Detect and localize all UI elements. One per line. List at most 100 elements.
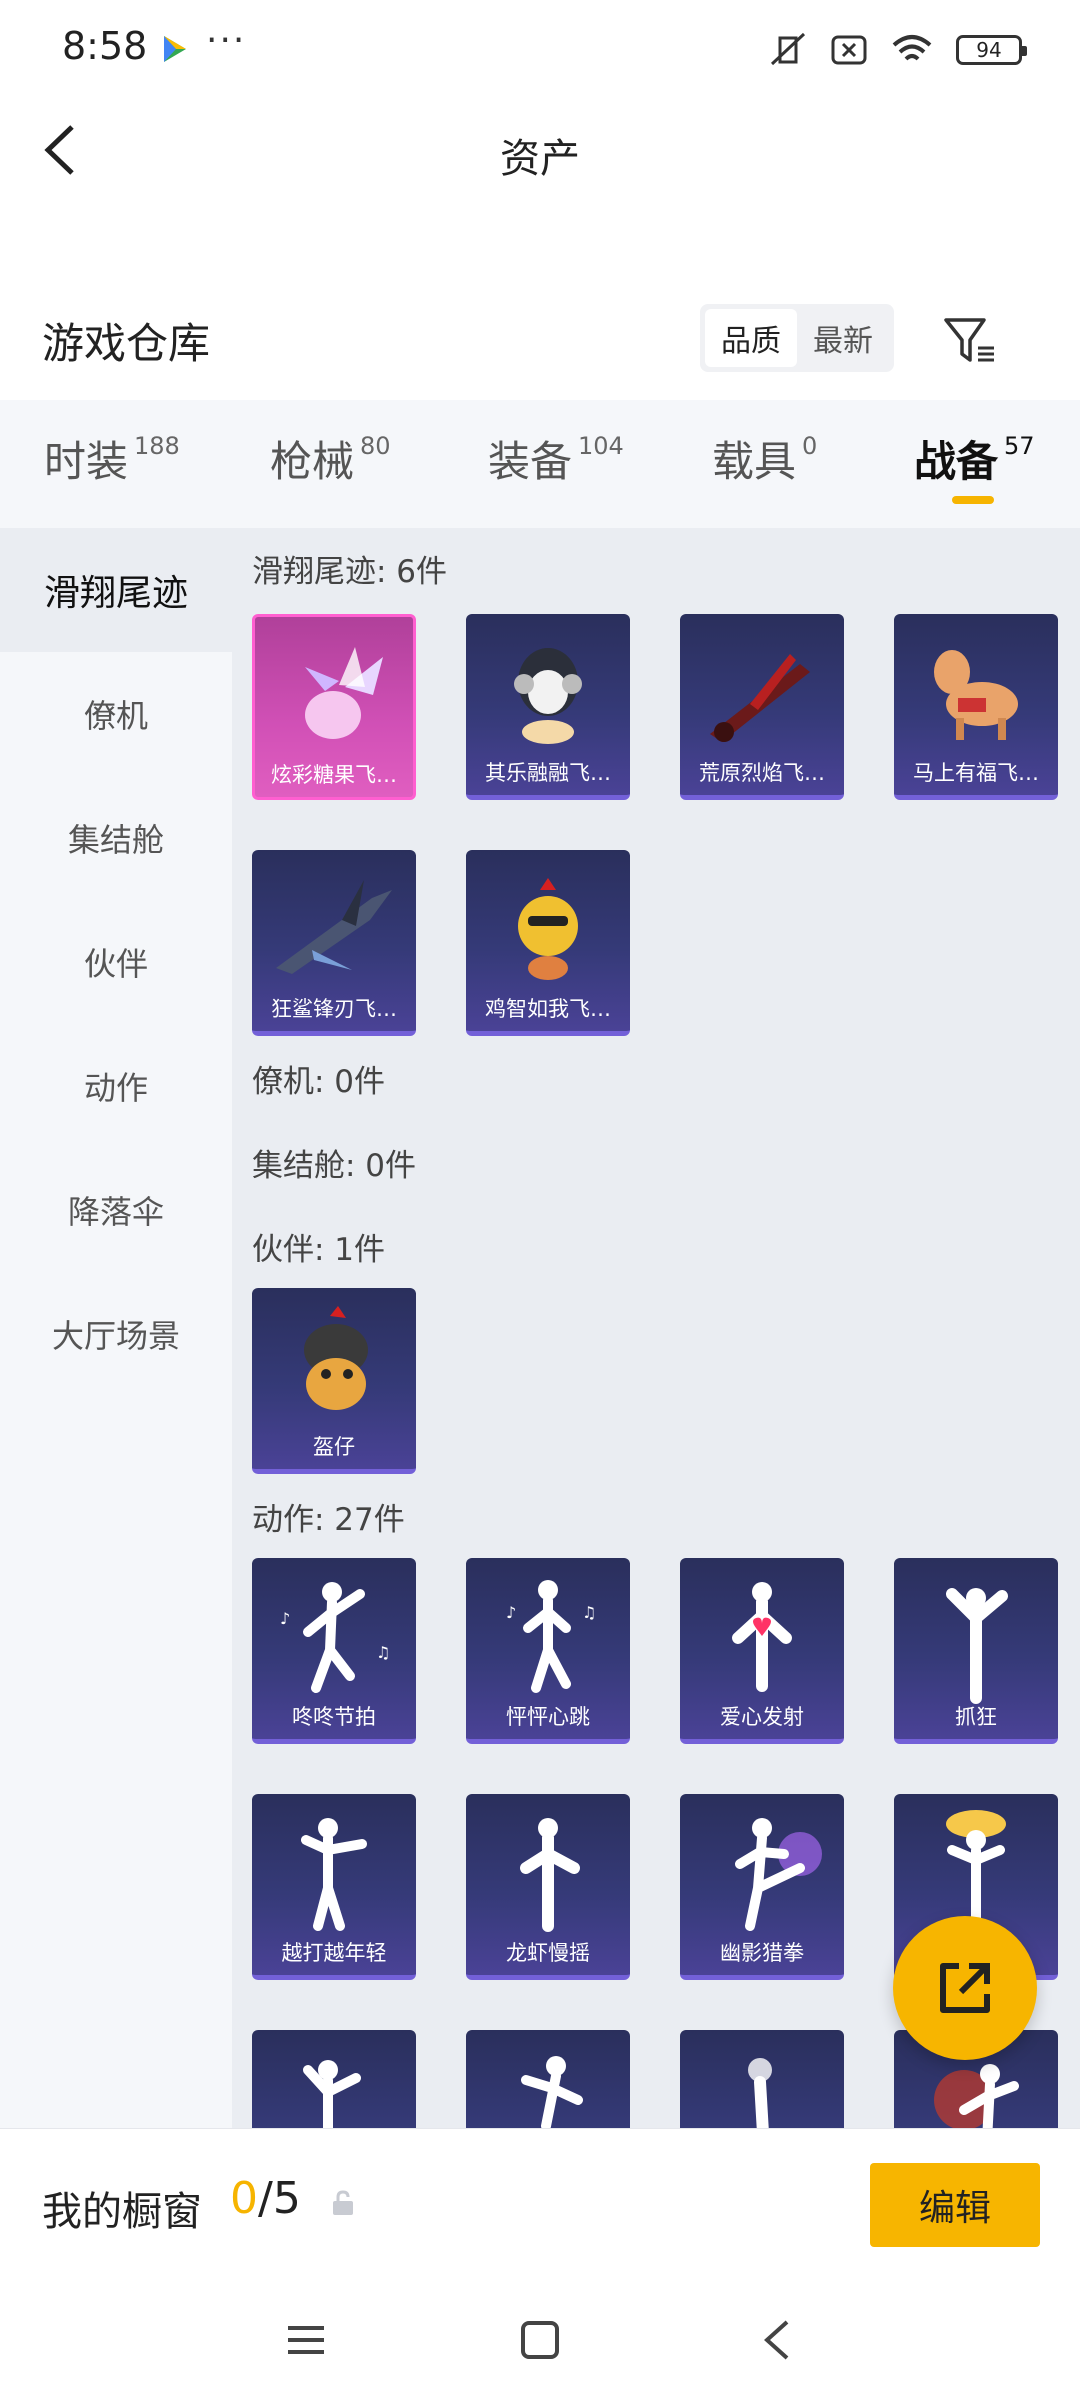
tab-label: 时装 — [44, 437, 129, 486]
wifi-icon — [892, 35, 932, 61]
share-button[interactable] — [893, 1916, 1037, 2060]
item-card[interactable]: 马上有福飞… — [894, 614, 1058, 800]
section-title: 动作: 27件 — [252, 1502, 405, 1538]
item-card[interactable]: 抓狂 — [894, 1558, 1058, 1744]
svg-text:♪: ♪ — [506, 1603, 516, 1622]
item-card[interactable]: 龙虾慢摇 — [466, 1794, 630, 1980]
item-name: 狂鲨锋刃飞… — [271, 997, 397, 1021]
item-card[interactable]: 鸡智如我飞… — [466, 850, 630, 1036]
item-name: 鸡智如我飞… — [485, 997, 611, 1021]
tab-vehicles[interactable]: 载具 0 — [712, 428, 817, 489]
svg-text:♫: ♫ — [582, 1603, 596, 1622]
section-title: 伙伴: 1件 — [252, 1232, 386, 1268]
item-card[interactable] — [252, 2030, 416, 2128]
tab-label: 装备 — [488, 437, 573, 486]
system-nav-bar — [0, 2282, 1080, 2400]
share-external-icon — [940, 1963, 990, 2013]
item-name: 爱心发射 — [720, 1705, 804, 1729]
item-card[interactable]: 越打越年轻 — [252, 1794, 416, 1980]
nav-home-button[interactable] — [510, 2310, 570, 2370]
sort-newest-option[interactable]: 最新 — [797, 309, 889, 367]
nav-back-button[interactable] — [746, 2310, 806, 2370]
chicken-trail-image — [518, 878, 578, 980]
tab-count: 104 — [578, 432, 624, 460]
item-name: 咚咚节拍 — [292, 1705, 376, 1729]
status-time: 8:58 — [62, 24, 148, 68]
item-name: 幽影猎拳 — [720, 1941, 804, 1965]
edit-button[interactable]: 编辑 — [870, 2163, 1040, 2247]
showcase-bar: 我的橱窗 0/5 编辑 — [0, 2128, 1080, 2282]
item-card[interactable]: 其乐融融飞… — [466, 614, 630, 800]
section-title: 滑翔尾迹: 6件 — [252, 554, 448, 590]
tab-firearms[interactable]: 枪械 80 — [270, 428, 391, 489]
dance-pose-image — [748, 2058, 772, 2128]
item-name: 龙虾慢摇 — [506, 1941, 590, 1965]
item-grid: 滑翔尾迹: 6件 炫彩糖果飞… 其乐融融飞… 荒原烈焰飞… 马上有福飞… 狂鲨锋… — [232, 528, 1080, 2128]
dance-pose-image — [520, 1818, 580, 1932]
dance-pose-image: ♪♫ — [506, 1580, 596, 1693]
showcase-total: /5 — [258, 2173, 301, 2224]
tab-equipment[interactable]: 装备 104 — [488, 428, 624, 489]
sidebar-item-wingman[interactable]: 僚机 — [0, 652, 232, 776]
no-sim-icon — [831, 35, 867, 65]
item-name: 怦怦心跳 — [506, 1705, 590, 1729]
item-card[interactable]: 炫彩糖果飞… — [252, 614, 416, 800]
showcase-current: 0 — [230, 2173, 258, 2224]
sort-quality-option[interactable]: 品质 — [705, 309, 797, 367]
tab-battle-gear[interactable]: 战备 57 — [914, 428, 1035, 489]
section-title: 集结舱: 0件 — [252, 1148, 417, 1184]
sidebar-item-rally-pod[interactable]: 集结舱 — [0, 776, 232, 900]
warehouse-header: 游戏仓库 品质 最新 — [0, 290, 1080, 390]
sidebar-item-glide-trail[interactable]: 滑翔尾迹 — [0, 528, 232, 652]
dance-pose-image — [303, 2060, 361, 2128]
dance-pose-image — [735, 1818, 822, 1931]
item-name: 越打越年轻 — [281, 1941, 387, 1965]
active-tab-indicator — [952, 496, 994, 504]
item-card[interactable]: 狂鲨锋刃飞… — [252, 850, 416, 1036]
dance-pose-image — [946, 1588, 1008, 1704]
more-notifications-icon: ··· — [206, 20, 247, 61]
tab-label: 枪械 — [270, 437, 355, 486]
top-bar: 资产 — [0, 100, 1080, 200]
play-store-icon — [164, 36, 186, 62]
item-card[interactable] — [680, 2030, 844, 2128]
item-card[interactable] — [466, 2030, 630, 2128]
tab-fashion[interactable]: 时装 188 — [44, 428, 180, 489]
item-card[interactable]: 盔仔 — [252, 1288, 416, 1474]
filter-button[interactable] — [940, 310, 1000, 370]
item-card[interactable]: 幽影猎拳 — [680, 1794, 844, 1980]
tab-label: 战备 — [914, 437, 999, 486]
mute-vibrate-icon — [770, 32, 806, 66]
battery-icon: 94 — [956, 35, 1027, 65]
penguin-trail-image — [514, 648, 582, 744]
sort-toggle: 品质 最新 — [700, 304, 894, 372]
item-name: 马上有福飞… — [913, 761, 1039, 785]
item-name: 荒原烈焰飞… — [699, 761, 825, 785]
filter-icon — [944, 318, 994, 362]
candy-trail-image — [305, 647, 383, 739]
status-bar: 8:58 ··· 94 — [0, 0, 1080, 100]
tab-count: 188 — [134, 432, 180, 460]
sidebar-item-lobby-scene[interactable]: 大厅场景 — [0, 1272, 232, 1396]
warehouse-title: 游戏仓库 — [42, 319, 211, 368]
nav-menu-button[interactable] — [276, 2310, 336, 2370]
menu-icon — [288, 2326, 324, 2354]
item-name: 炫彩糖果飞… — [271, 763, 397, 787]
item-name: 抓狂 — [955, 1705, 997, 1729]
home-square-icon — [521, 2321, 559, 2359]
sidebar-item-parachute[interactable]: 降落伞 — [0, 1148, 232, 1272]
battery-level: 94 — [976, 38, 1002, 62]
item-name: 盔仔 — [313, 1435, 355, 1459]
item-card[interactable]: ♪ ♫ 咚咚节拍 — [252, 1558, 416, 1744]
subcategory-sidebar: 滑翔尾迹 僚机 集结舱 伙伴 动作 降落伞 大厅场景 — [0, 528, 232, 2128]
item-card[interactable]: ♪ ♫ 怦怦心跳 — [466, 1558, 630, 1744]
dance-pose-image — [521, 2056, 583, 2128]
item-card[interactable]: 荒原烈焰飞… — [680, 614, 844, 800]
sidebar-item-companion[interactable]: 伙伴 — [0, 900, 232, 1024]
tab-count: 80 — [360, 432, 391, 460]
helmet-chick-image — [304, 1306, 368, 1410]
sidebar-item-emote[interactable]: 动作 — [0, 1024, 232, 1148]
svg-text:♫: ♫ — [376, 1643, 390, 1662]
item-card[interactable]: 爱心发射 — [680, 1558, 844, 1744]
page-title: 资产 — [500, 136, 580, 182]
